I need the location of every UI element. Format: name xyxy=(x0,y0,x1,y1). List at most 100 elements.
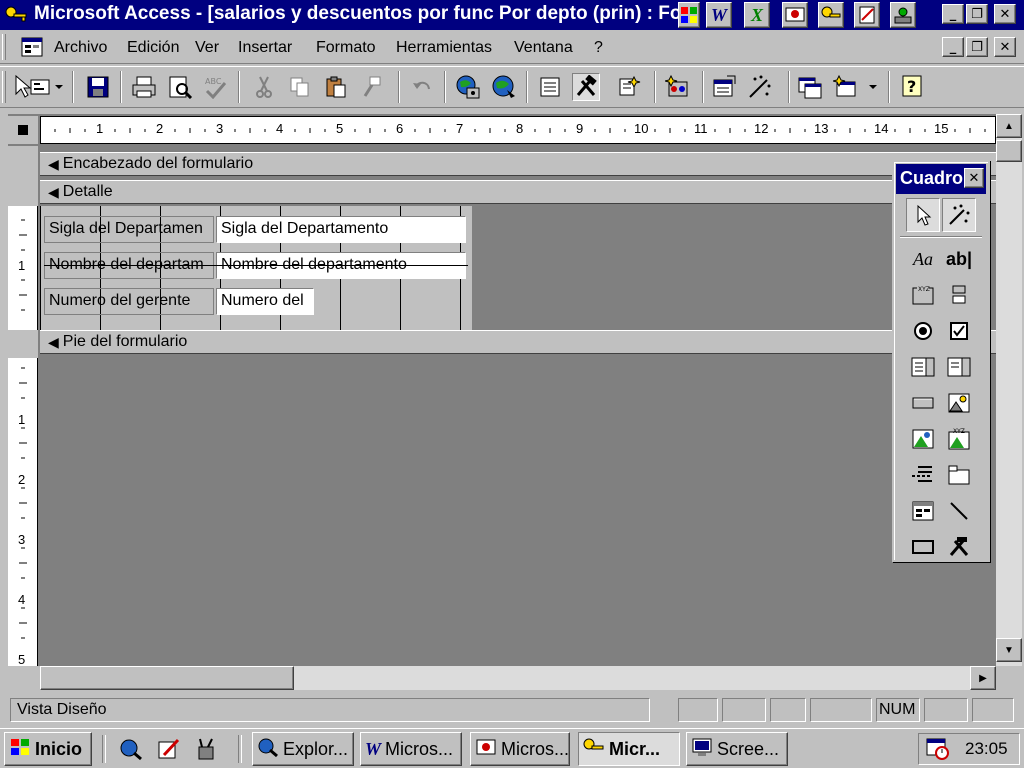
scroll-up-button[interactable]: ▲ xyxy=(996,114,1022,138)
ruler-label: 14 xyxy=(874,121,889,136)
task-access[interactable]: Micr... xyxy=(578,732,680,766)
tools-shortcut-icon[interactable] xyxy=(890,2,916,28)
section-arrow-icon: ◀ xyxy=(48,333,59,350)
textbox-numero-gerente[interactable]: Numero del xyxy=(216,288,314,315)
form-selector[interactable] xyxy=(8,116,38,144)
vertical-ruler[interactable]: 1 1 2 3 4 5 xyxy=(8,146,38,667)
status-text: Vista Diseño xyxy=(10,698,650,722)
section-detail-bar[interactable]: ◀ Detalle xyxy=(40,180,996,204)
word-shortcut-icon[interactable]: W xyxy=(706,2,732,28)
ruler-label: 11 xyxy=(694,121,708,136)
subform-tool[interactable] xyxy=(906,494,940,528)
print-preview-icon[interactable] xyxy=(166,73,194,101)
scroll-right-button[interactable]: ▶ xyxy=(970,666,996,690)
print-icon[interactable] xyxy=(130,73,158,101)
toolbox-panel[interactable]: Cuadro ✕ Aa ab| XYZ XYZ xyxy=(892,160,990,562)
restore-button[interactable]: ❐ xyxy=(966,4,988,24)
doc-minimize-button[interactable]: _ xyxy=(942,37,964,57)
doc-restore-button[interactable]: ❐ xyxy=(966,37,988,57)
task-screenshot[interactable]: Scree... xyxy=(686,732,788,766)
database-window-icon[interactable] xyxy=(796,73,824,101)
view-dropdown-icon[interactable] xyxy=(12,73,66,101)
scheduler-icon[interactable] xyxy=(925,737,951,761)
control-wizards-tool[interactable] xyxy=(942,198,976,232)
office-shortcut-icon[interactable] xyxy=(678,2,700,28)
horizontal-scroll-thumb[interactable] xyxy=(40,666,294,690)
bound-object-frame-tool[interactable]: XYZ xyxy=(942,422,976,456)
access-shortcut-icon[interactable] xyxy=(818,2,844,28)
save-icon[interactable] xyxy=(84,73,112,101)
page-break-tool[interactable] xyxy=(906,458,940,492)
image-tool[interactable] xyxy=(942,386,976,420)
section-header-bar[interactable]: ◀ Encabezado del formulario xyxy=(40,152,996,176)
web-toolbar-icon[interactable] xyxy=(490,73,518,101)
menu-herramientas[interactable]: Herramientas xyxy=(396,39,492,57)
check-box-tool[interactable] xyxy=(942,314,976,348)
format-painter-icon[interactable] xyxy=(358,73,386,101)
new-object-dropdown-icon[interactable] xyxy=(832,73,884,101)
ruler-label: 4 xyxy=(18,592,26,607)
vertical-scroll-thumb[interactable] xyxy=(996,140,1022,162)
menu-ver[interactable]: Ver xyxy=(195,39,219,57)
binder-shortcut-icon[interactable] xyxy=(854,2,880,28)
rectangle-tool[interactable] xyxy=(906,530,940,564)
autoformat-icon[interactable] xyxy=(614,73,642,101)
paste-icon[interactable] xyxy=(322,73,350,101)
menu-help[interactable]: ? xyxy=(594,39,603,57)
access-key-icon[interactable] xyxy=(4,4,28,26)
horizontal-scrollbar[interactable]: ▶ xyxy=(40,666,996,690)
menu-formato[interactable]: Formato xyxy=(316,39,376,57)
powerpoint-shortcut-icon[interactable] xyxy=(782,2,808,28)
list-box-tool[interactable] xyxy=(942,350,976,384)
web-insert-icon[interactable] xyxy=(454,73,482,101)
menu-grip xyxy=(2,34,6,60)
vertical-scrollbar[interactable]: ▲ ▼ xyxy=(996,114,1022,666)
select-objects-tool[interactable] xyxy=(906,198,940,232)
quicklaunch-edit-icon[interactable] xyxy=(156,737,182,761)
quicklaunch-explorer-icon[interactable] xyxy=(118,737,144,761)
excel-shortcut-icon[interactable]: X xyxy=(744,2,770,28)
horizontal-ruler[interactable]: 1 2 3 4 5 6 7 8 9 10 11 12 13 14 15 xyxy=(40,116,996,144)
more-controls-tool[interactable] xyxy=(942,530,976,564)
task-explorer[interactable]: Explor... xyxy=(252,732,354,766)
command-button-tool[interactable] xyxy=(906,386,940,420)
spelling-icon[interactable]: ABC xyxy=(202,73,230,101)
properties-icon[interactable] xyxy=(710,73,738,101)
start-button[interactable]: Inicio xyxy=(4,732,92,766)
label-numero-gerente[interactable]: Numero del gerente xyxy=(44,288,214,315)
build-icon[interactable] xyxy=(746,73,774,101)
scroll-down-button[interactable]: ▼ xyxy=(996,638,1022,662)
task-powerpoint[interactable]: Micros... xyxy=(470,732,570,766)
menu-edicion[interactable]: Edición xyxy=(127,39,179,57)
menu-insertar[interactable]: Insertar xyxy=(238,39,292,57)
undo-icon[interactable] xyxy=(408,73,436,101)
menu-archivo[interactable]: Archivo xyxy=(54,39,107,57)
toggle-button-tool[interactable] xyxy=(942,278,976,312)
section-footer-bar[interactable]: ◀ Pie del formulario xyxy=(40,330,996,354)
task-word[interactable]: W Micros... xyxy=(360,732,462,766)
minimize-button[interactable]: _ xyxy=(942,4,964,24)
option-button-tool[interactable] xyxy=(906,314,940,348)
label-tool[interactable]: Aa xyxy=(906,242,940,276)
label-sigla-departamento[interactable]: Sigla del Departamen xyxy=(44,216,214,243)
quicklaunch-tools-icon[interactable] xyxy=(194,737,220,761)
doc-close-button[interactable]: ✕ xyxy=(994,37,1016,57)
toolbox-toggle-icon[interactable] xyxy=(572,73,600,101)
tab-control-tool[interactable] xyxy=(942,458,976,492)
textbox-sigla-departamento[interactable]: Sigla del Departamento xyxy=(216,216,466,243)
cut-icon[interactable] xyxy=(250,73,278,101)
combo-box-tool[interactable] xyxy=(906,350,940,384)
toolbox-close-button[interactable]: ✕ xyxy=(964,168,984,188)
option-group-tool[interactable]: XYZ xyxy=(906,278,940,312)
code-icon[interactable] xyxy=(664,73,692,101)
textbox-tool[interactable]: ab| xyxy=(942,242,976,276)
line-tool[interactable] xyxy=(942,494,976,528)
close-button[interactable]: ✕ xyxy=(994,4,1016,24)
menu-ventana[interactable]: Ventana xyxy=(514,39,573,57)
form-document-icon[interactable] xyxy=(20,36,44,58)
unbound-object-frame-tool[interactable] xyxy=(906,422,940,456)
copy-icon[interactable] xyxy=(286,73,314,101)
help-icon[interactable]: ? xyxy=(898,73,926,101)
windows-logo-icon xyxy=(9,737,31,762)
field-list-icon[interactable] xyxy=(536,73,564,101)
